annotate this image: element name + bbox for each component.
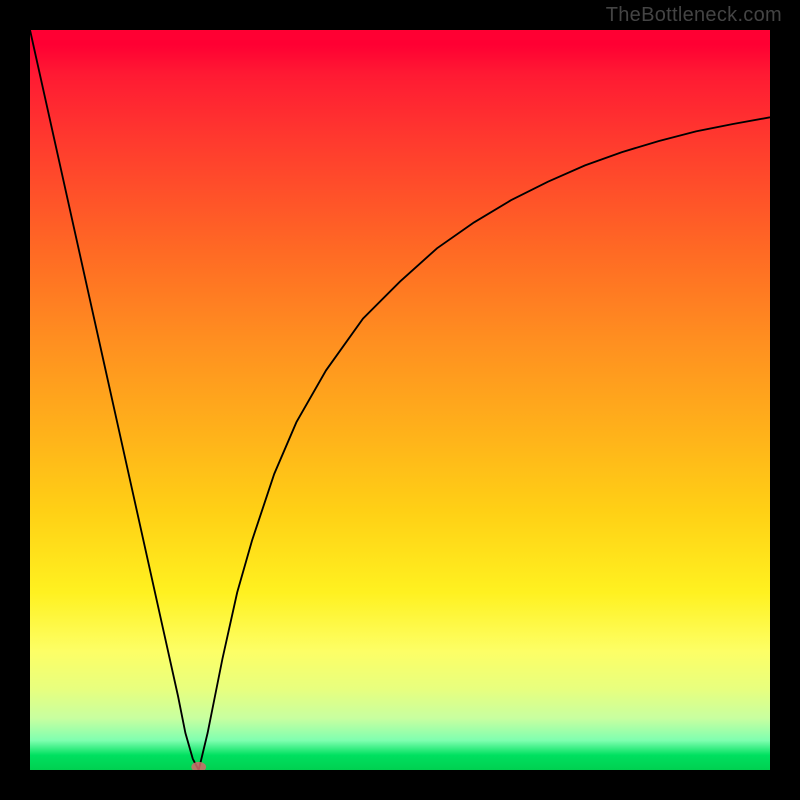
plot-area <box>30 30 770 770</box>
minimum-marker <box>191 762 206 770</box>
watermark-text: TheBottleneck.com <box>606 4 782 27</box>
curve-line <box>30 30 770 770</box>
bottleneck-curve <box>30 30 770 770</box>
chart-frame: TheBottleneck.com <box>0 0 800 800</box>
